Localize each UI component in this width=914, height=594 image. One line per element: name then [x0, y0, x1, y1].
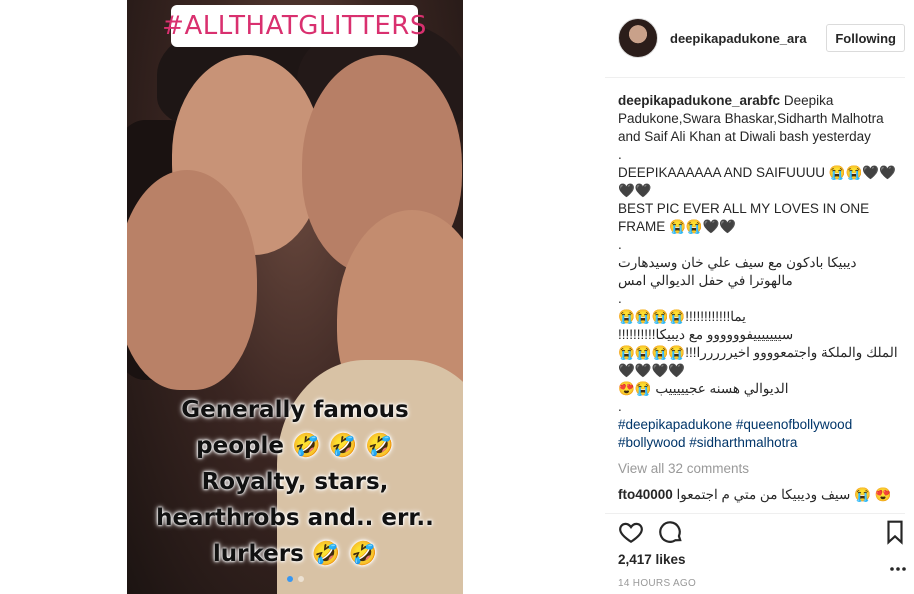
heart-icon[interactable]: [618, 519, 644, 545]
comment-username[interactable]: fto40000: [618, 487, 673, 502]
photo-shape: [127, 170, 257, 390]
more-icon[interactable]: [888, 560, 908, 578]
caption-line: .: [618, 399, 622, 414]
avatar[interactable]: [618, 18, 658, 58]
post-header: deepikapadukone_ara Following: [618, 18, 914, 58]
divider: [605, 77, 905, 78]
caption-line: 🖤🖤🖤🖤: [618, 363, 686, 378]
overlay-line: Generally famous: [181, 397, 409, 423]
overlay-line: lurkers 🤣 🤣: [212, 541, 378, 567]
post-sidebar: deepikapadukone_ara Following deepikapad…: [605, 0, 914, 594]
following-button[interactable]: Following: [826, 24, 905, 52]
caption-line: الديوالي هسنه عجيييييب 😭😍: [618, 381, 789, 396]
caption-line: سيييييييفوووووو مع ديبيكا!!!!!!!!!!: [618, 327, 794, 342]
caption-line: BEST PIC EVER ALL MY LOVES IN ONE FRAME …: [618, 201, 870, 234]
caption: deepikapadukone_arabfc Deepika Padukone,…: [618, 92, 898, 146]
likes-count[interactable]: 2,417 likes: [618, 552, 686, 567]
hashtag-sticker: #ALLTHATGLITTERS: [162, 5, 426, 47]
caption-line: .: [618, 237, 622, 252]
caption-username[interactable]: deepikapadukone_arabfc: [618, 93, 780, 108]
caption-line: DEEPIKAAAAAA AND SAIFUUUU 😭😭🖤🖤🖤🖤: [618, 165, 897, 198]
comments-section: deepikapadukone_arabfc Deepika Padukone,…: [618, 92, 898, 504]
overlay-line: Royalty, stars,: [201, 469, 389, 495]
caption-line: يما!!!!!!!!!!!!😭😭😭😭: [618, 309, 746, 324]
comment-icon[interactable]: [658, 519, 684, 545]
carousel-indicator: [127, 576, 463, 582]
caption-line: ديبيكا بادكون مع سيف علي خان وسيدهارت ما…: [618, 255, 857, 288]
carousel-dot-active[interactable]: [286, 576, 293, 582]
username-link[interactable]: deepikapadukone_ara: [670, 31, 810, 46]
divider: [605, 513, 905, 514]
view-all-comments-link[interactable]: View all 32 comments: [618, 460, 898, 478]
action-bar: [618, 519, 908, 547]
carousel-dot[interactable]: [297, 576, 304, 582]
bookmark-icon[interactable]: [882, 519, 908, 545]
overlay-line: hearthrobs and.. err..: [156, 505, 434, 531]
overlay-line: people 🤣 🤣 🤣: [196, 433, 394, 459]
caption-line: .: [618, 291, 622, 306]
hashtags[interactable]: #deepikapadukone #queenofbollywood #boll…: [618, 416, 898, 452]
caption-line: .: [618, 147, 622, 162]
instagram-post-view: #ALLTHATGLITTERS Generally famous people…: [0, 0, 914, 594]
photo-caption-overlay: Generally famous people 🤣 🤣 🤣 Royalty, s…: [127, 392, 463, 572]
post-timestamp: 14 HOURS AGO: [618, 578, 697, 589]
post-photo[interactable]: #ALLTHATGLITTERS Generally famous people…: [127, 0, 463, 594]
comment: fto40000 سيف وديبيكا من متي م اجتمعوا 😭 …: [618, 486, 898, 504]
caption-line: الملك والملكة واجتمعوووو اخيرررررا!!!😭😭😭…: [618, 345, 898, 360]
